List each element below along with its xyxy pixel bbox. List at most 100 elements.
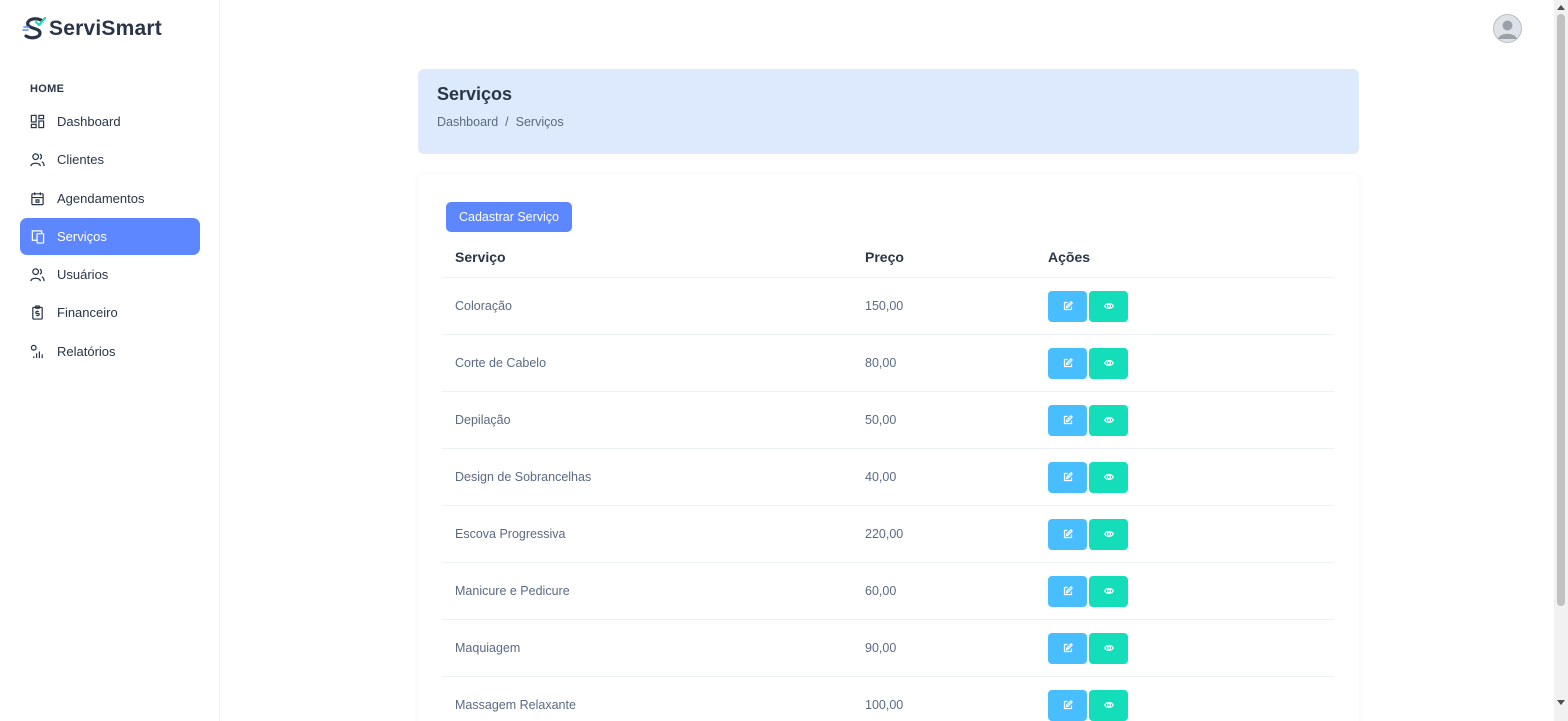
- column-header-preco: Preço: [865, 248, 904, 265]
- row-actions: [1048, 689, 1334, 721]
- sidebar-item-dashboard[interactable]: Dashboard: [20, 103, 200, 140]
- service-price: 40,00: [865, 470, 897, 484]
- breadcrumb-separator: /: [505, 115, 509, 129]
- logo-mark-icon: [22, 16, 46, 40]
- eye-icon: [1103, 474, 1114, 480]
- chart-icon: [29, 343, 45, 359]
- users-icon: [29, 152, 45, 168]
- table-row: Coloração 150,00: [442, 278, 1334, 335]
- services-card: Cadastrar Serviço Serviço Preço Ações Co…: [418, 174, 1359, 721]
- row-actions: [1048, 290, 1334, 322]
- row-actions: [1048, 347, 1334, 379]
- sidebar-item-label: Financeiro: [57, 305, 118, 321]
- brand-name: ServiSmart: [49, 17, 162, 40]
- calendar-icon: [29, 190, 45, 206]
- service-name: Design de Sobrancelhas: [455, 470, 592, 484]
- sidebar-item-label: Agendamentos: [57, 190, 145, 206]
- view-button[interactable]: [1089, 575, 1128, 607]
- breadcrumb: Dashboard / Serviços: [437, 115, 1340, 129]
- row-actions: [1048, 632, 1334, 664]
- service-price: 60,00: [865, 584, 897, 598]
- service-price: 100,00: [865, 698, 904, 712]
- sidebar-item-label: Usuários: [57, 267, 109, 283]
- sidebar-item-label: Serviços: [57, 228, 107, 244]
- scroll-down-arrow-icon[interactable]: [1557, 700, 1565, 705]
- service-name: Depilação: [455, 413, 511, 427]
- sidebar-item-usuarios[interactable]: Usuários: [20, 256, 200, 293]
- sidebar-item-label: Clientes: [57, 152, 104, 168]
- devices-icon: [29, 228, 45, 244]
- add-service-button[interactable]: Cadastrar Serviço: [446, 202, 572, 232]
- table-row: Massagem Relaxante 100,00: [442, 677, 1334, 721]
- table-header: Serviço Preço Ações: [442, 236, 1334, 278]
- user-avatar[interactable]: [1493, 14, 1522, 43]
- nav-section-label: HOME: [30, 83, 65, 95]
- sidebar-item-clientes[interactable]: Clientes: [20, 141, 200, 178]
- service-price: 90,00: [865, 641, 897, 655]
- services-table: Serviço Preço Ações Coloração 150,00 Cor…: [442, 236, 1334, 721]
- service-price: 50,00: [865, 413, 897, 427]
- sidebar-item-agendamentos[interactable]: Agendamentos: [20, 180, 200, 217]
- table-row: Maquiagem 90,00: [442, 620, 1334, 677]
- edit-button[interactable]: [1048, 518, 1087, 550]
- edit-button[interactable]: [1048, 689, 1087, 721]
- edit-icon: [1063, 586, 1073, 596]
- sidebar-item-servicos[interactable]: Serviços: [20, 217, 200, 255]
- service-price: 80,00: [865, 356, 897, 370]
- view-button[interactable]: [1089, 290, 1128, 322]
- row-actions: [1048, 461, 1334, 493]
- sidebar: ServiSmart HOME Dashboard Clientes Agend…: [0, 0, 220, 721]
- eye-icon: [1103, 417, 1114, 423]
- edit-icon: [1063, 415, 1073, 425]
- edit-icon: [1063, 472, 1073, 482]
- eye-icon: [1103, 303, 1114, 309]
- edit-button[interactable]: [1048, 575, 1087, 607]
- view-button[interactable]: [1089, 632, 1128, 664]
- scroll-up-arrow-icon[interactable]: [1557, 5, 1565, 10]
- user-avatar-icon: [1493, 14, 1522, 43]
- sidebar-item-label: Relatórios: [57, 343, 116, 359]
- page-header: Serviços Dashboard / Serviços: [418, 69, 1359, 154]
- edit-button[interactable]: [1048, 461, 1087, 493]
- table-row: Corte de Cabelo 80,00: [442, 335, 1334, 392]
- edit-button[interactable]: [1048, 632, 1087, 664]
- service-name: Manicure e Pedicure: [455, 584, 570, 598]
- report-money-icon: [29, 305, 45, 321]
- edit-button[interactable]: [1048, 404, 1087, 436]
- sidebar-item-financeiro[interactable]: Financeiro: [20, 294, 200, 331]
- edit-icon: [1063, 700, 1073, 710]
- row-actions: [1048, 575, 1334, 607]
- sidebar-item-label: Dashboard: [57, 114, 121, 129]
- service-price: 150,00: [865, 299, 904, 313]
- edit-button[interactable]: [1048, 290, 1087, 322]
- table-row: Manicure e Pedicure 60,00: [442, 563, 1334, 620]
- brand-logo[interactable]: ServiSmart: [22, 16, 162, 42]
- page-title: Serviços: [437, 84, 513, 104]
- eye-icon: [1103, 702, 1114, 708]
- service-price: 220,00: [865, 527, 904, 541]
- users-icon: [29, 267, 45, 283]
- table-row: Escova Progressiva 220,00: [442, 506, 1334, 563]
- eye-icon: [1103, 360, 1114, 366]
- view-button[interactable]: [1089, 461, 1128, 493]
- view-button[interactable]: [1089, 404, 1128, 436]
- view-button[interactable]: [1089, 347, 1128, 379]
- edit-icon: [1063, 301, 1073, 311]
- page-scrollbar[interactable]: [1554, 0, 1568, 721]
- edit-icon: [1063, 358, 1073, 368]
- service-name: Coloração: [455, 299, 512, 313]
- table-row: Design de Sobrancelhas 40,00: [442, 449, 1334, 506]
- row-actions: [1048, 404, 1334, 436]
- service-name: Corte de Cabelo: [455, 356, 547, 370]
- edit-button[interactable]: [1048, 347, 1087, 379]
- view-button[interactable]: [1089, 689, 1128, 721]
- eye-icon: [1103, 588, 1114, 594]
- scrollbar-thumb[interactable]: [1557, 14, 1565, 606]
- breadcrumb-dashboard[interactable]: Dashboard: [437, 115, 498, 129]
- sidebar-item-relatorios[interactable]: Relatórios: [20, 333, 200, 370]
- row-actions: [1048, 518, 1334, 550]
- edit-icon: [1063, 643, 1073, 653]
- view-button[interactable]: [1089, 518, 1128, 550]
- eye-icon: [1103, 531, 1114, 537]
- eye-icon: [1103, 645, 1114, 651]
